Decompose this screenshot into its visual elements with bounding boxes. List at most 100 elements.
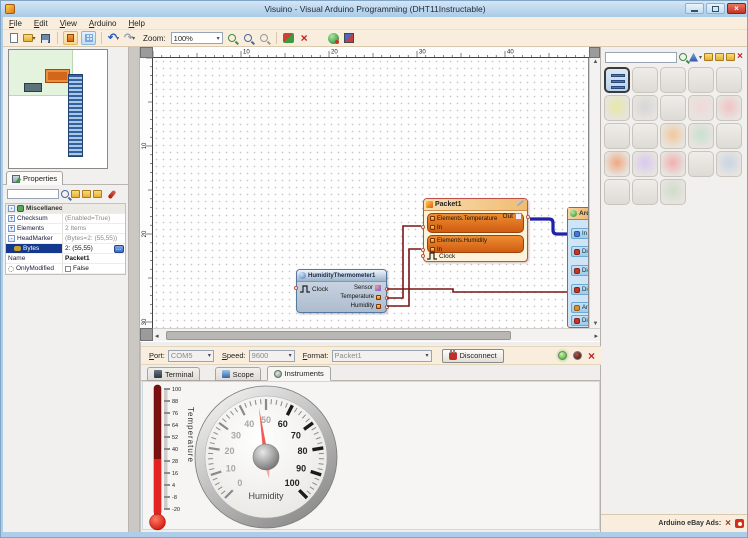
category-all-icon[interactable] [726, 53, 735, 61]
pin-dot[interactable] [571, 319, 572, 323]
maximize-button[interactable] [706, 3, 725, 14]
ads-close-icon[interactable] [735, 519, 744, 528]
arduino-pin-in-0[interactable]: In [571, 228, 589, 239]
pin-icon[interactable] [108, 189, 117, 198]
horizontal-scrollbar[interactable]: ◂ ▸ [153, 328, 600, 341]
property-row-onlymodified[interactable]: OnlyModifiedFalse [6, 264, 125, 274]
property-row-checksum[interactable]: +Checksum(Enabled=True) [6, 214, 125, 224]
category-up-icon[interactable] [704, 53, 713, 61]
tab-terminal[interactable]: Terminal [147, 367, 200, 381]
properties-search-input[interactable] [7, 189, 59, 199]
property-row-elements[interactable]: +Elements2 Items [6, 224, 125, 234]
arduino-pin-digit-5[interactable]: Digit [571, 315, 589, 326]
palette-item-12[interactable] [632, 123, 658, 149]
component-arduino[interactable]: Ard InDigitDigitDigitAnalDigit [567, 207, 589, 328]
format-select[interactable]: Packet1▾ [332, 350, 432, 362]
categorized-view-icon[interactable] [71, 190, 80, 198]
out-pin-dot[interactable] [526, 215, 530, 219]
property-row-bytes[interactable]: Bytes2: (55,55)… [6, 244, 125, 254]
palette-item-1[interactable] [604, 67, 630, 93]
undo-icon[interactable]: ↶▾ [107, 32, 120, 45]
clock-pin-dot[interactable] [421, 254, 425, 258]
palette-item-8[interactable] [660, 95, 686, 121]
palette-item-17[interactable] [632, 151, 658, 177]
upload-arduino-icon[interactable] [282, 32, 295, 45]
pin-out[interactable]: Out [503, 213, 522, 220]
scroll-right-icon[interactable]: ▸ [594, 332, 598, 340]
pin-dot[interactable] [571, 288, 572, 292]
zoom-reset-icon[interactable] [258, 32, 271, 45]
pin-dot[interactable] [571, 250, 572, 254]
pin-temperature[interactable]: Temperature [340, 294, 381, 300]
toggle-grid-icon[interactable] [81, 31, 96, 45]
alphabetical-view-icon[interactable] [82, 190, 91, 198]
tab-properties[interactable]: Properties [6, 171, 63, 185]
palette-item-16[interactable] [604, 151, 630, 177]
expander-icon[interactable]: + [8, 225, 15, 232]
palette-item-13[interactable] [660, 123, 686, 149]
palette-item-22[interactable] [632, 179, 658, 205]
menu-arduino[interactable]: Arduino [83, 18, 123, 29]
palette-item-21[interactable] [604, 179, 630, 205]
palette-item-20[interactable] [716, 151, 742, 177]
tab-instruments[interactable]: Instruments [267, 366, 331, 381]
menu-edit[interactable]: Edit [28, 18, 54, 29]
humidity-pin-dot[interactable] [385, 305, 389, 309]
palette-item-19[interactable] [688, 151, 714, 177]
ads-settings-icon[interactable]: × [725, 518, 731, 529]
ellipsis-editor-button[interactable]: … [114, 245, 124, 253]
overview-minimap[interactable] [8, 49, 108, 169]
pin-sensor[interactable]: Sensor [354, 285, 381, 291]
clock-pin-dot[interactable] [294, 286, 298, 290]
property-row-name[interactable]: NamePacket1 [6, 254, 125, 264]
new-file-icon[interactable] [7, 32, 20, 45]
packet-element-humidity[interactable]: Elements.Humidity In [427, 235, 524, 253]
component-humiditythermometer1[interactable]: HumidityThermometer1 Clock Sensor Temper… [296, 269, 387, 313]
pin-dot[interactable] [571, 232, 572, 236]
package-icon[interactable] [343, 32, 356, 45]
category-down-icon[interactable] [715, 53, 724, 61]
help-web-icon[interactable] [327, 32, 340, 45]
palette-item-2[interactable] [632, 67, 658, 93]
scrollbar-thumb[interactable] [166, 331, 511, 340]
component-packet1[interactable]: Packet1 Elements.Temperature In Elements… [423, 198, 528, 262]
pin-clock[interactable]: Clock [300, 285, 328, 293]
wrench-icon[interactable] [516, 199, 524, 206]
connection-tools-icon[interactable]: × [588, 351, 595, 361]
search-icon[interactable] [679, 53, 687, 61]
panel-splitter[interactable] [128, 47, 140, 532]
pin-dot[interactable] [571, 269, 572, 273]
palette-item-15[interactable] [716, 123, 742, 149]
open-file-icon[interactable]: ▾ [23, 32, 36, 45]
pin-clock[interactable]: Clock [427, 252, 455, 260]
palette-item-5[interactable] [716, 67, 742, 93]
expander-icon[interactable]: + [8, 215, 15, 222]
property-row-miscellaneous[interactable]: -Miscellaneous [6, 204, 125, 214]
scroll-left-icon[interactable]: ◂ [155, 332, 159, 340]
redo-icon[interactable]: ↷▾ [123, 32, 136, 45]
wizard-icon[interactable] [689, 53, 698, 62]
pin-dot[interactable] [571, 306, 572, 310]
temperature-pin-dot[interactable] [385, 296, 389, 300]
search-icon[interactable] [61, 190, 69, 198]
expander-icon[interactable]: - [8, 235, 15, 242]
pin-humidity[interactable]: Humidity [351, 303, 381, 309]
property-row-headmarker[interactable]: -HeadMarker(Bytes=2: (55,55)) [6, 234, 125, 244]
design-canvas[interactable]: HumidityThermometer1 Clock Sensor Temper… [153, 58, 589, 328]
checkbox[interactable] [65, 266, 71, 272]
disconnect-button[interactable]: Disconnect [442, 349, 504, 363]
expander-icon[interactable]: - [8, 205, 15, 212]
expand-all-icon[interactable] [93, 190, 102, 198]
palette-item-7[interactable] [632, 95, 658, 121]
palette-item-10[interactable] [716, 95, 742, 121]
delete-icon[interactable]: × [298, 32, 311, 45]
close-button[interactable]: × [727, 3, 746, 14]
palette-item-14[interactable] [688, 123, 714, 149]
clear-filter-icon[interactable]: × [737, 52, 743, 62]
palette-search-input[interactable] [605, 52, 677, 63]
palette-item-4[interactable] [688, 67, 714, 93]
palette-item-23[interactable] [660, 179, 686, 205]
vertical-scrollbar[interactable]: ▲ ▼ [589, 58, 600, 328]
toggle-panel-icon[interactable] [63, 31, 78, 45]
arduino-pin-digit-3[interactable]: Digit [571, 284, 589, 295]
